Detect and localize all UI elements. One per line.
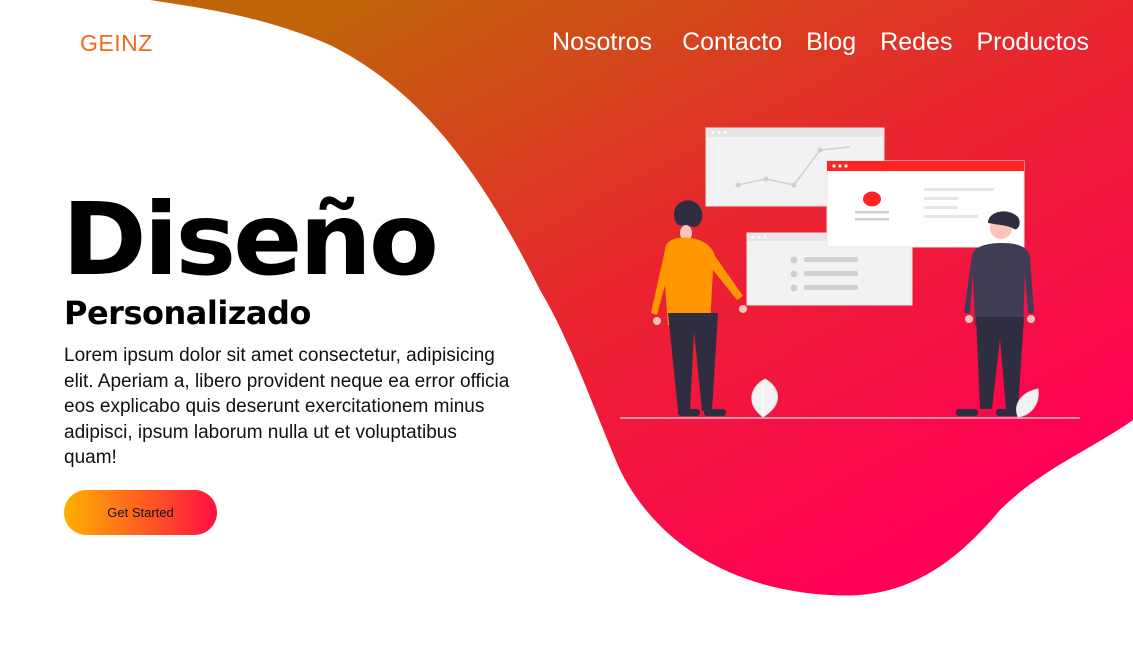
nav-item-nosotros[interactable]: Nosotros	[552, 28, 652, 57]
leaf-plant-icon	[751, 378, 1039, 418]
hero-description: Lorem ipsum dolor sit amet consectetur, …	[64, 345, 510, 468]
nav-item-redes[interactable]: Redes	[880, 28, 952, 57]
nav-item-productos[interactable]: Productos	[976, 28, 1089, 57]
get-started-button[interactable]: Get Started	[64, 490, 217, 535]
hero-subtitle: Personalizado	[64, 294, 311, 332]
nav-item-contacto[interactable]: Contacto	[682, 28, 782, 57]
woman-figure-icon	[651, 200, 747, 416]
hero-title: Diseño	[62, 181, 439, 298]
hero-illustration	[620, 127, 1080, 419]
main-nav: Nosotros Contacto Blog Redes Productos	[552, 28, 1089, 57]
brand-logo[interactable]: GEINZ	[80, 30, 153, 57]
nav-item-blog[interactable]: Blog	[806, 28, 856, 57]
